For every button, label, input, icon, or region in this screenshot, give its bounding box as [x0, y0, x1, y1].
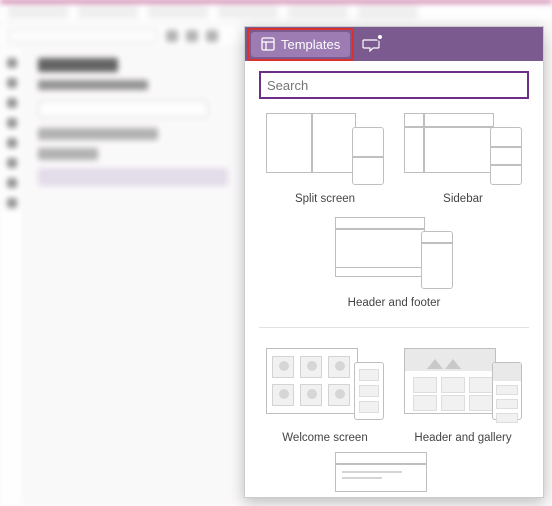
template-label: Header and gallery: [414, 432, 511, 444]
templates-search-input[interactable]: [267, 78, 521, 93]
template-label: Split screen: [295, 193, 355, 205]
copilot-badge: [376, 33, 384, 41]
template-card-header-footer[interactable]: Header and footer: [319, 213, 469, 309]
copilot-button[interactable]: [356, 31, 386, 57]
template-thumb: [266, 109, 384, 187]
templates-tab-label: Templates: [281, 37, 340, 52]
templates-grid: Split screen Sidebar Header and footer: [259, 109, 529, 492]
templates-panel-body: Split screen Sidebar Header and footer: [245, 61, 543, 497]
templates-panel-header: Templates: [245, 27, 543, 61]
template-label: Header and footer: [348, 297, 441, 309]
template-card-partial[interactable]: [334, 452, 454, 492]
templates-panel: Templates Split screen: [244, 26, 544, 498]
template-thumb: [266, 348, 384, 426]
template-label: Sidebar: [443, 193, 483, 205]
template-thumb: [404, 109, 522, 187]
template-thumb: [335, 213, 453, 291]
templates-icon: [261, 37, 275, 51]
section-divider: [259, 327, 529, 328]
template-card-sidebar[interactable]: Sidebar: [403, 109, 523, 205]
templates-tab[interactable]: Templates: [251, 32, 350, 57]
template-thumb: [404, 348, 522, 426]
template-label: Welcome screen: [282, 432, 367, 444]
template-card-header-gallery[interactable]: Header and gallery: [403, 348, 523, 444]
template-thumb: [335, 452, 453, 492]
templates-search-box[interactable]: [259, 71, 529, 99]
template-card-welcome-screen[interactable]: Welcome screen: [265, 348, 385, 444]
template-card-split-screen[interactable]: Split screen: [265, 109, 385, 205]
